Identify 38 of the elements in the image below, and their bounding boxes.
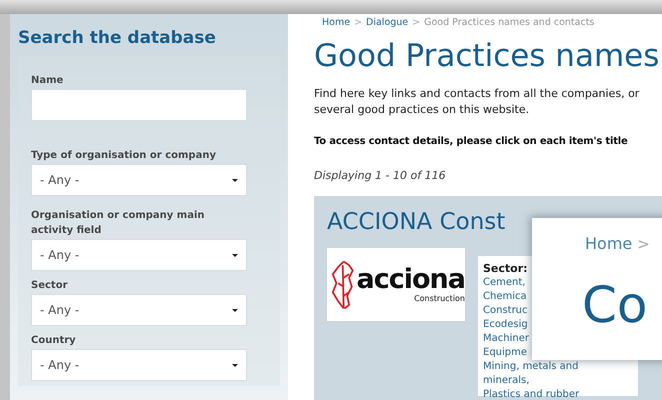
breadcrumb-separator: > xyxy=(354,16,362,30)
sector-link[interactable]: Ecodesig xyxy=(483,318,528,332)
field-label: Country xyxy=(31,334,77,348)
sector-label: Sector: xyxy=(483,262,528,276)
sector-link[interactable]: Cement, xyxy=(483,276,526,290)
breadcrumb-separator: > xyxy=(412,16,420,30)
select-field[interactable]: - Any - xyxy=(31,239,247,271)
select-field[interactable]: - Any - xyxy=(31,294,247,326)
sector-link[interactable]: Mining, metals and xyxy=(483,360,578,374)
breadcrumb-link[interactable]: Home xyxy=(322,16,350,30)
caret-icon xyxy=(232,254,238,256)
sector-link[interactable]: Chemica xyxy=(483,290,527,304)
logo-wordmark: acciona xyxy=(356,266,465,294)
logo-subtitle: Construction xyxy=(414,294,465,304)
breadcrumb-current: Good Practices names and contacts xyxy=(424,16,594,30)
caret-icon xyxy=(232,364,238,366)
caret-icon xyxy=(232,178,238,182)
callout-title: Co xyxy=(582,275,649,335)
field-label: Name xyxy=(31,74,64,88)
field-label: Organisation or company main activity field xyxy=(31,209,206,238)
sector-link[interactable]: Machiner xyxy=(483,332,529,346)
intro-text: Find here key links and contacts from all the companies, or xyxy=(314,86,640,102)
name-field[interactable] xyxy=(31,89,247,121)
caret-icon xyxy=(232,308,238,312)
sector-link[interactable]: Construc xyxy=(483,304,528,318)
field-label: Sector xyxy=(31,279,68,293)
result-count: Displaying 1 - 10 of 116 xyxy=(314,168,447,184)
field-label: Type of organisation or company xyxy=(31,149,217,163)
sector-link[interactable]: minerals, xyxy=(483,374,530,388)
sector-link[interactable]: Equipme xyxy=(483,346,528,360)
select-field[interactable]: - Any - xyxy=(31,349,247,381)
page-title: Good Practices names xyxy=(314,37,660,76)
select-field[interactable]: - Any - xyxy=(31,164,247,196)
sector-link[interactable]: Plastics and rubber xyxy=(483,388,580,400)
breadcrumb-link[interactable]: Dialogue xyxy=(366,16,408,30)
sidebar-title: Search the database xyxy=(17,28,217,48)
intro-text: several good practices on this website. xyxy=(314,102,530,118)
instruction-text: To access contact details, please click on each item's title xyxy=(314,135,629,149)
